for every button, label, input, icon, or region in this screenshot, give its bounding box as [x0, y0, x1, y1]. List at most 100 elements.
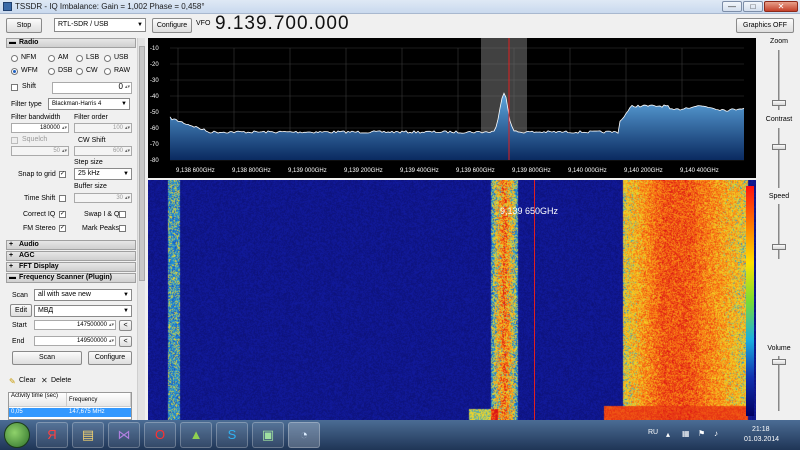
minimize-button[interactable]: —	[722, 1, 742, 12]
mode-radio-cw[interactable]	[76, 68, 83, 75]
delete-button[interactable]: Delete	[51, 377, 71, 384]
time-shift-checkbox[interactable]	[59, 195, 66, 202]
zoom-slider-thumb[interactable]	[772, 100, 786, 106]
yandex-icon[interactable]: Я	[36, 422, 68, 448]
mode-radio-raw[interactable]	[104, 68, 111, 75]
swap-iq-checkbox[interactable]	[119, 211, 126, 218]
end-prev-button[interactable]: <	[119, 336, 132, 347]
mark-peaks-checkbox[interactable]	[119, 225, 126, 232]
visual-studio-icon[interactable]: ⋈	[108, 422, 140, 448]
cw-shift-value: 600	[112, 148, 123, 154]
start-frequency-input[interactable]: 147500000 ▴▾	[34, 320, 116, 330]
close-button[interactable]: ✕	[764, 1, 798, 12]
spectrum-analyzer[interactable]: -10 -20 -30 -40 -50 -60 -70 -80 9,138 600GHz 9,1…	[148, 38, 756, 178]
skype-icon[interactable]: S	[216, 422, 248, 448]
contrast-slider-track[interactable]	[778, 128, 780, 188]
snap-to-grid-checkbox[interactable]: ✓	[59, 171, 66, 178]
squelch-label: Squelch	[22, 136, 48, 143]
stop-button[interactable]: Stop	[6, 18, 42, 33]
right-panel: Zoom Contrast Speed Volume	[758, 38, 800, 420]
filter-type-select[interactable]: Blackman-Harris 4 ▼	[48, 98, 130, 110]
waterfall-canvas[interactable]	[148, 180, 756, 420]
mode-radio-nfm[interactable]	[11, 55, 18, 62]
volume-icon[interactable]: ♪	[714, 429, 718, 438]
spectrum-plot[interactable]: -10 -20 -30 -40 -50 -60 -70 -80 9,138 600GHz 9,1…	[148, 38, 756, 178]
opera-icon[interactable]: O	[144, 422, 176, 448]
cw-shift-input[interactable]: 600 ▴▾	[74, 146, 132, 156]
contrast-slider-thumb[interactable]	[772, 144, 786, 150]
maximize-button[interactable]: □	[743, 1, 763, 12]
mode-label-wfm: WFM	[21, 67, 38, 74]
section-fft-display[interactable]: + FFT Display	[6, 262, 136, 272]
spectrum-trace-fill	[170, 93, 744, 160]
shift-input[interactable]: 0 ▴▾	[52, 82, 132, 94]
scanner-results-table[interactable]: Activity time (sec) Frequency 0,05 147,6…	[8, 392, 132, 420]
correct-iq-checkbox[interactable]: ✓	[59, 211, 66, 218]
waterfall-display[interactable]: 9,139 650GHz	[148, 180, 756, 420]
start-prev-button[interactable]: <	[119, 320, 132, 331]
configure-source-button[interactable]: Configure	[152, 18, 192, 33]
section-audio[interactable]: + Audio	[6, 240, 136, 250]
x-tick-label: 9,139 600GHz	[456, 168, 495, 174]
mode-label-dsb: DSB	[58, 67, 73, 74]
clock-time[interactable]: 21:18	[752, 426, 770, 433]
chevron-down-icon: ▼	[123, 171, 129, 177]
shift-label: Shift	[22, 83, 37, 90]
clock-date[interactable]: 01.03.2014	[744, 436, 779, 443]
speed-slider-track[interactable]	[778, 204, 780, 259]
step-size-label: Step size	[74, 159, 103, 166]
fm-stereo-label: FM Stereo	[23, 225, 56, 232]
spinner-icon: ▴▾	[108, 322, 114, 328]
language-indicator[interactable]: RU	[648, 429, 658, 436]
mode-radio-am[interactable]	[48, 55, 55, 62]
section-audio-label: Audio	[19, 241, 39, 248]
scan-mode-label: Scan	[12, 292, 28, 299]
scan-button[interactable]: Scan	[12, 351, 82, 365]
section-agc[interactable]: + AGC	[6, 251, 136, 261]
spinner-icon: ▴▾	[61, 148, 67, 154]
squelch-checkbox[interactable]	[11, 137, 18, 144]
graphics-toggle-button[interactable]: Graphics OFF	[736, 18, 794, 33]
section-radio[interactable]: ▬ Radio	[6, 38, 136, 48]
vfo-frequency-display[interactable]: 9.139.700.000	[215, 13, 350, 35]
flag-icon[interactable]: ⚑	[698, 429, 705, 438]
mode-radio-usb[interactable]	[104, 55, 111, 62]
speed-slider-thumb[interactable]	[772, 244, 786, 250]
y-tick-label: -60	[150, 126, 159, 132]
squelch-input[interactable]: 50 ▴▾	[11, 146, 69, 156]
left-panel-scrollbar[interactable]	[137, 38, 145, 420]
tray-arrow-icon[interactable]: ▴	[666, 430, 670, 439]
source-select[interactable]: RTL-SDR / USB ▼	[54, 18, 146, 32]
network-icon[interactable]: ▦	[682, 429, 690, 438]
column-header-activity[interactable]: Activity time (sec)	[9, 393, 67, 407]
mode-radio-lsb[interactable]	[76, 55, 83, 62]
fm-stereo-checkbox[interactable]: ✓	[59, 225, 66, 232]
filter-order-input[interactable]: 100 ▴▾	[74, 123, 132, 133]
column-header-frequency[interactable]: Frequency	[67, 393, 131, 407]
explorer-icon[interactable]: ▤	[72, 422, 104, 448]
mode-radio-dsb[interactable]	[48, 68, 55, 75]
remote-desktop-icon[interactable]: ▣	[252, 422, 284, 448]
edit-button[interactable]: Edit	[10, 304, 32, 317]
volume-slider-thumb[interactable]	[772, 359, 786, 365]
scan-mode-select[interactable]: all with save new ▼	[34, 289, 132, 301]
mode-radio-wfm[interactable]	[11, 68, 18, 75]
filter-bandwidth-input[interactable]: 180000 ▴▾	[11, 123, 69, 133]
frequency-list-select[interactable]: МВД ▼	[34, 305, 132, 317]
step-size-select[interactable]: 25 kHz ▼	[74, 168, 132, 180]
section-frequency-scanner[interactable]: ▬ Frequency Scanner (Plugin)	[6, 273, 136, 283]
y-tick-label: -10	[150, 46, 159, 52]
scrollbar-thumb[interactable]	[139, 46, 145, 281]
expand-icon: +	[9, 252, 14, 259]
cw-shift-label: CW Shift	[78, 137, 106, 144]
y-tick-label: -30	[150, 78, 159, 84]
clear-button[interactable]: Clear	[19, 377, 36, 384]
sdr-icon[interactable]: ◔	[288, 422, 320, 448]
configure-scanner-button[interactable]: Configure	[88, 351, 132, 365]
buffer-size-input[interactable]: 30 ▴▾	[74, 193, 132, 203]
shift-checkbox[interactable]	[11, 84, 18, 91]
end-frequency-input[interactable]: 149500000 ▴▾	[34, 336, 116, 346]
android-icon[interactable]: ▲	[180, 422, 212, 448]
start-button[interactable]	[4, 422, 30, 448]
table-row[interactable]: 0,05 147,675 MHz	[9, 408, 131, 417]
